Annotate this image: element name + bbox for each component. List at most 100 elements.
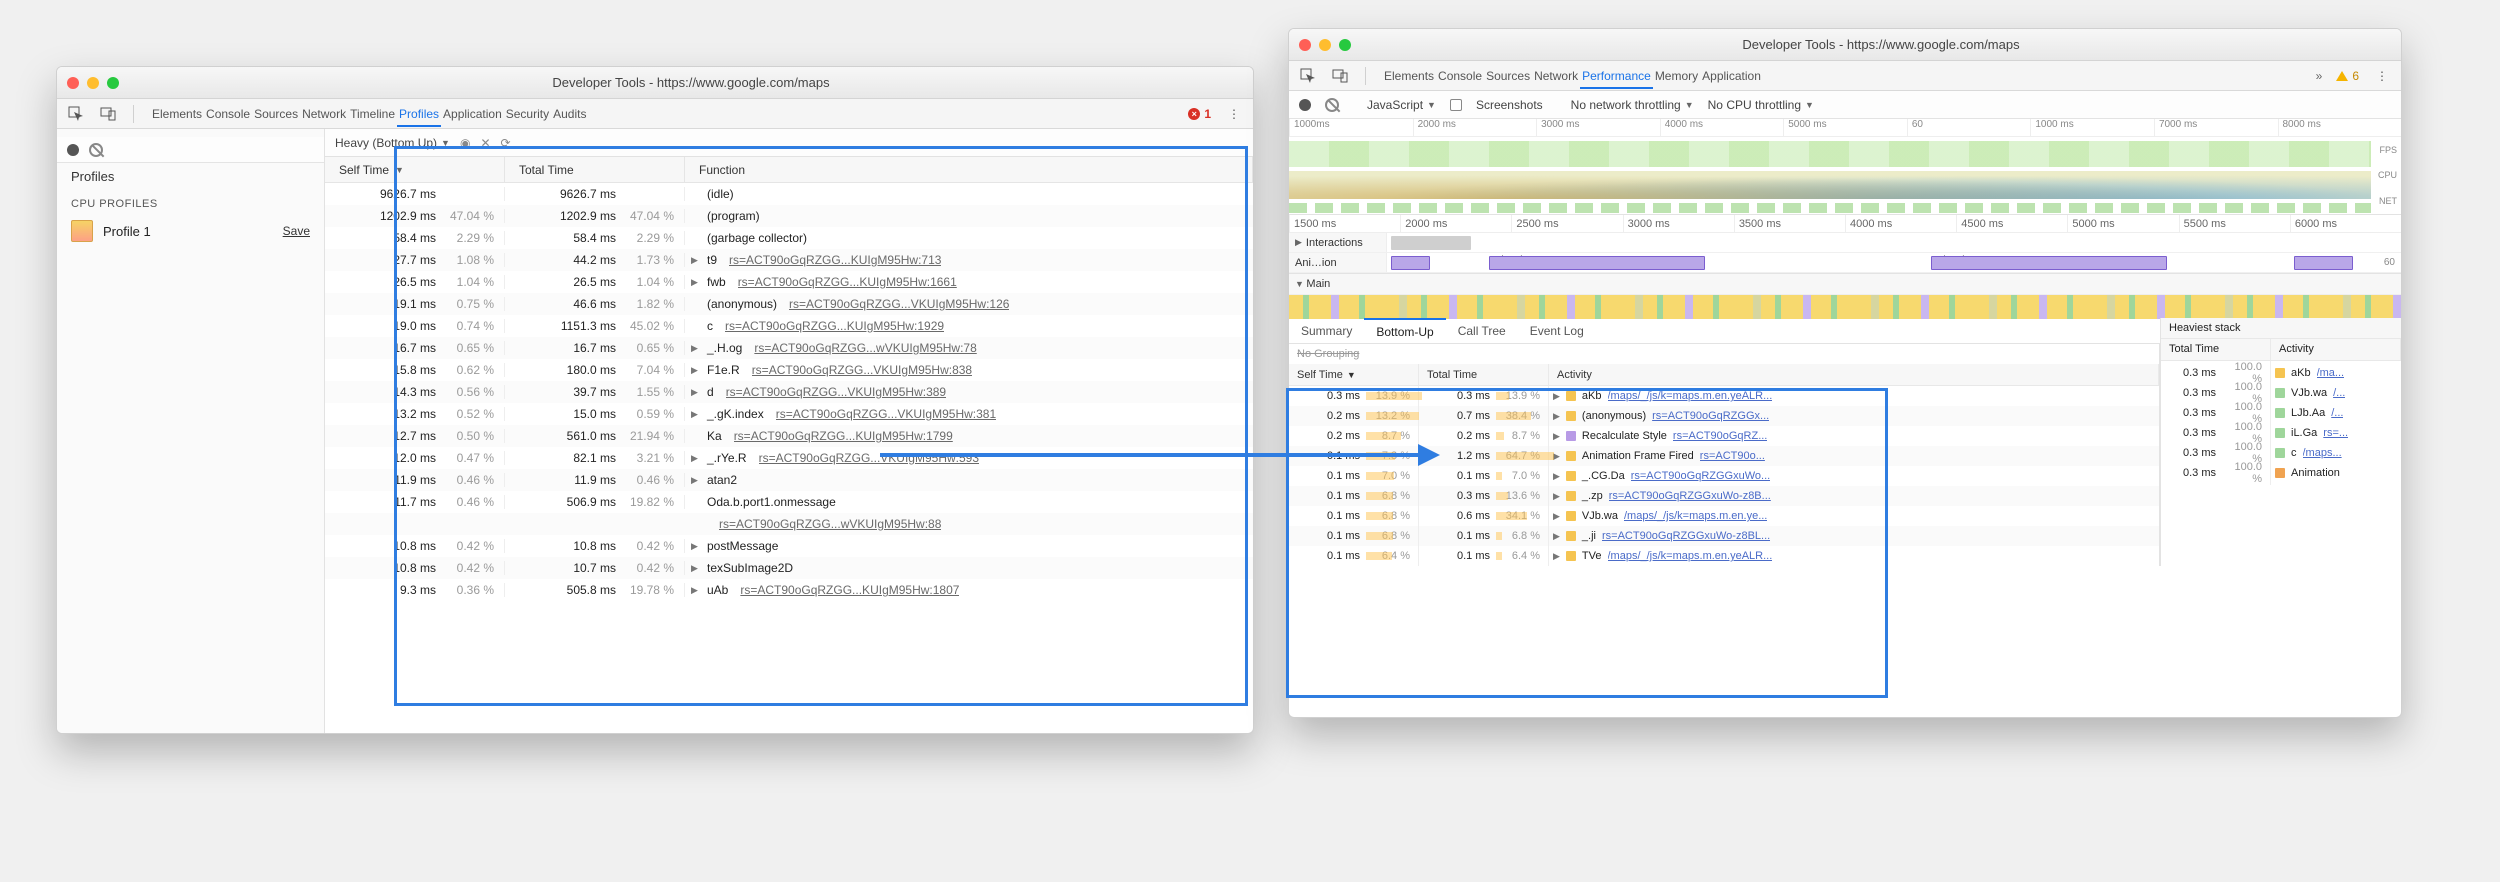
profile-row[interactable]: rs=ACT90oGqRZGG...wVKUIgM95Hw:88 [325, 513, 1253, 535]
warning-count[interactable]: 6 [2336, 69, 2359, 83]
profile-row[interactable]: 19.1 ms0.75 %46.6 ms1.82 %(anonymous)rs=… [325, 293, 1253, 315]
profile-row[interactable]: 16.7 ms0.65 %16.7 ms0.65 %▶_.H.ogrs=ACT9… [325, 337, 1253, 359]
network-throttle-dropdown[interactable]: No network throttling▼ [1571, 98, 1694, 112]
tab-application[interactable]: Application [1700, 69, 1763, 83]
tab-timeline[interactable]: Timeline [348, 107, 397, 121]
overview-minimap[interactable]: 1000ms2000 ms3000 ms4000 ms5000 ms601000… [1289, 119, 2401, 215]
col-total-time[interactable]: Total Time [505, 157, 685, 182]
tab-application[interactable]: Application [441, 107, 504, 121]
source-link[interactable]: /... [2333, 387, 2345, 399]
kebab-menu-icon[interactable]: ⋮ [2373, 69, 2391, 83]
source-link[interactable]: rs=ACT90oGqRZGG...KUIgM95Hw:1799 [734, 429, 953, 443]
subtab-summary[interactable]: Summary [1289, 318, 1364, 343]
clear-icon[interactable] [89, 143, 103, 157]
heaviest-row[interactable]: 0.3 ms100.0 %VJb.wa/... [2161, 381, 2401, 401]
source-link[interactable]: rs=ACT90oGqRZGG...KUIgM95Hw:1929 [725, 319, 944, 333]
screenshots-checkbox[interactable] [1450, 99, 1462, 111]
inspect-icon[interactable] [67, 106, 85, 122]
profile-row[interactable]: 19.0 ms0.74 %1151.3 ms45.02 %crs=ACT90oG… [325, 315, 1253, 337]
subtab-call-tree[interactable]: Call Tree [1446, 318, 1518, 343]
source-link[interactable]: rs=ACT90oGqRZGG...VKUIgM95Hw:381 [776, 407, 996, 421]
bottomup-row[interactable]: 0.1 ms6.8 %0.6 ms34.1 %▶VJb.wa/maps/_/js… [1289, 506, 2159, 526]
focus-icon[interactable]: ◉ [460, 136, 470, 150]
minimize-icon[interactable] [87, 77, 99, 89]
bottomup-row[interactable]: 0.2 ms13.2 %0.7 ms38.4 %▶(anonymous)rs=A… [1289, 406, 2159, 426]
profile-row[interactable]: 11.9 ms0.46 %11.9 ms0.46 %▶atan2 [325, 469, 1253, 491]
source-link[interactable]: rs=ACT90oGqRZGG...VKUIgM95Hw:593 [759, 451, 979, 465]
col-total-time[interactable]: Total Time [1419, 364, 1549, 385]
bottomup-row[interactable]: 0.1 ms6.8 %0.3 ms13.6 %▶_.zprs=ACT90oGqR… [1289, 486, 2159, 506]
source-link[interactable]: rs=ACT90oGqRZGG...VKUIgM95Hw:126 [789, 297, 1009, 311]
source-link[interactable]: rs=ACT90oGqRZGGxuWo-z8BL... [1602, 530, 1770, 542]
source-link[interactable]: rs=ACT90oGqRZGGxuWo-z8B... [1609, 490, 1771, 502]
close-icon[interactable] [1299, 39, 1311, 51]
source-link[interactable]: rs=ACT90o... [1700, 450, 1765, 462]
profile-row[interactable]: 9626.7 ms9626.7 ms(idle) [325, 183, 1253, 205]
tab-security[interactable]: Security [504, 107, 551, 121]
track-animation-1[interactable]: Ani…ion Animation Animation An…on 60 [1289, 253, 2401, 273]
track-interactions[interactable]: ▶Interactions [1289, 233, 2401, 253]
reload-icon[interactable]: ⟳ [501, 136, 511, 150]
source-link[interactable]: /ma... [2317, 367, 2345, 379]
tab-memory[interactable]: Memory [1653, 69, 1700, 83]
bottomup-row[interactable]: 0.3 ms13.9 %0.3 ms13.9 %▶aKb/maps/_/js/k… [1289, 386, 2159, 406]
tab-sources[interactable]: Sources [1484, 69, 1532, 83]
maximize-icon[interactable] [1339, 39, 1351, 51]
source-link[interactable]: rs=ACT90oGqRZGG...wVKUIgM95Hw:88 [719, 517, 941, 531]
profile-row[interactable]: 1202.9 ms47.04 %1202.9 ms47.04 %(program… [325, 205, 1253, 227]
profile-row[interactable]: 14.3 ms0.56 %39.7 ms1.55 %▶drs=ACT90oGqR… [325, 381, 1253, 403]
tab-audits[interactable]: Audits [551, 107, 588, 121]
profile-row[interactable]: 26.5 ms1.04 %26.5 ms1.04 %▶fwbrs=ACT90oG… [325, 271, 1253, 293]
subtab-event-log[interactable]: Event Log [1518, 318, 1596, 343]
col-total-time[interactable]: Total Time [2161, 339, 2271, 360]
delete-icon[interactable]: ✕ [480, 136, 490, 150]
save-link[interactable]: Save [283, 224, 310, 238]
heaviest-row[interactable]: 0.3 ms100.0 %iL.Gars=... [2161, 421, 2401, 441]
source-link[interactable]: /maps/_/js/k=maps.m.en.ye... [1624, 510, 1767, 522]
heaviest-row[interactable]: 0.3 ms100.0 %c/maps... [2161, 441, 2401, 461]
col-activity[interactable]: Activity [2271, 339, 2401, 360]
device-toggle-icon[interactable] [99, 106, 117, 122]
tab-performance[interactable]: Performance [1580, 69, 1653, 89]
bottomup-row[interactable]: 0.1 ms7.0 %0.1 ms7.0 %▶_.CG.Dars=ACT90oG… [1289, 466, 2159, 486]
tab-sources[interactable]: Sources [252, 107, 300, 121]
profile-row[interactable]: 13.2 ms0.52 %15.0 ms0.59 %▶_.gK.indexrs=… [325, 403, 1253, 425]
heaviest-row[interactable]: 0.3 ms100.0 %aKb/ma... [2161, 361, 2401, 381]
source-link[interactable]: rs=ACT90oGqRZGG...KUIgM95Hw:1661 [738, 275, 957, 289]
bottomup-row[interactable]: 0.1 ms6.8 %0.1 ms6.8 %▶_.jirs=ACT90oGqRZ… [1289, 526, 2159, 546]
profile-row[interactable]: 12.7 ms0.50 %561.0 ms21.94 %Kars=ACT90oG… [325, 425, 1253, 447]
tab-profiles[interactable]: Profiles [397, 107, 441, 127]
inspect-icon[interactable] [1299, 68, 1317, 84]
tab-elements[interactable]: Elements [150, 107, 204, 121]
bottomup-row[interactable]: 0.1 ms6.4 %0.1 ms6.4 %▶TVe/maps/_/js/k=m… [1289, 546, 2159, 566]
tab-elements[interactable]: Elements [1382, 69, 1436, 83]
heaviest-row[interactable]: 0.3 ms100.0 %Animation [2161, 461, 2401, 481]
close-icon[interactable] [67, 77, 79, 89]
tab-console[interactable]: Console [1436, 69, 1484, 83]
record-icon[interactable] [67, 144, 79, 156]
col-self-time[interactable]: Self Time▼ [1289, 364, 1419, 385]
clear-icon[interactable] [1325, 98, 1339, 112]
profile-row[interactable]: 12.0 ms0.47 %82.1 ms3.21 %▶_.rYe.Rrs=ACT… [325, 447, 1253, 469]
source-link[interactable]: rs=ACT90oGqRZGGxuWo... [1631, 470, 1770, 482]
kebab-menu-icon[interactable]: ⋮ [1225, 107, 1243, 121]
tab-network[interactable]: Network [1532, 69, 1580, 83]
maximize-icon[interactable] [107, 77, 119, 89]
source-link[interactable]: rs=... [2323, 427, 2348, 439]
profile-row[interactable]: 27.7 ms1.08 %44.2 ms1.73 %▶t9rs=ACT90oGq… [325, 249, 1253, 271]
source-link[interactable]: /maps/_/js/k=maps.m.en.yeALR... [1608, 390, 1773, 402]
heaviest-row[interactable]: 0.3 ms100.0 %LJb.Aa/... [2161, 401, 2401, 421]
source-link[interactable]: /... [2331, 407, 2343, 419]
profile-row[interactable]: 11.7 ms0.46 %506.9 ms19.82 %Oda.b.port1.… [325, 491, 1253, 513]
col-function[interactable]: Function [685, 157, 1253, 182]
profile-row[interactable]: 10.8 ms0.42 %10.7 ms0.42 %▶texSubImage2D [325, 557, 1253, 579]
profile-item[interactable]: Profile 1 Save [57, 214, 324, 248]
source-link[interactable]: rs=ACT90oGqRZGG...KUIgM95Hw:1807 [740, 583, 959, 597]
profile-row[interactable]: 9.3 ms0.36 %505.8 ms19.78 %▶uAbrs=ACT90o… [325, 579, 1253, 601]
grouping-dropdown[interactable]: No Grouping [1289, 344, 2159, 364]
bottomup-row[interactable]: 0.1 ms7.3 %1.2 ms64.7 %▶Animation Frame … [1289, 446, 2159, 466]
source-link[interactable]: rs=ACT90oGqRZGG...wVKUIgM95Hw:78 [754, 341, 976, 355]
track-main[interactable]: ▼ Main [1289, 274, 2401, 318]
device-toggle-icon[interactable] [1331, 68, 1349, 84]
tab-console[interactable]: Console [204, 107, 252, 121]
